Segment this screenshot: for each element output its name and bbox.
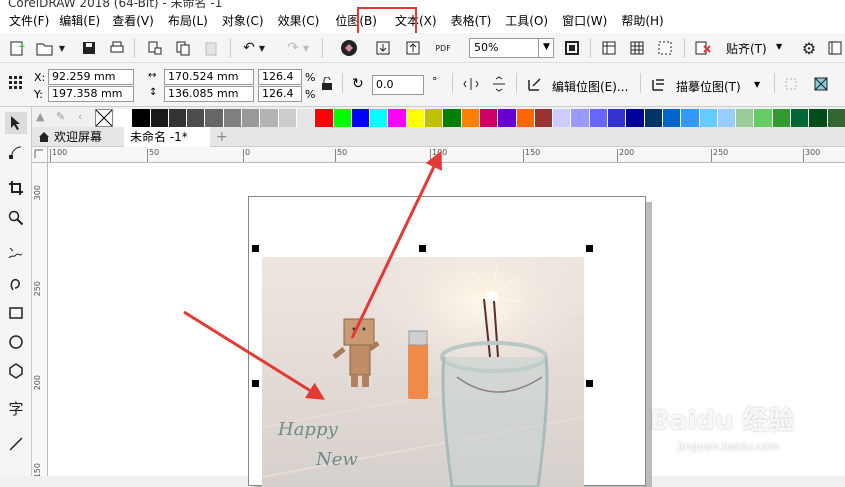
arrow-to-photo — [183, 310, 326, 400]
arrow-to-ruler — [350, 150, 442, 339]
annotation-arrows — [183, 150, 442, 400]
